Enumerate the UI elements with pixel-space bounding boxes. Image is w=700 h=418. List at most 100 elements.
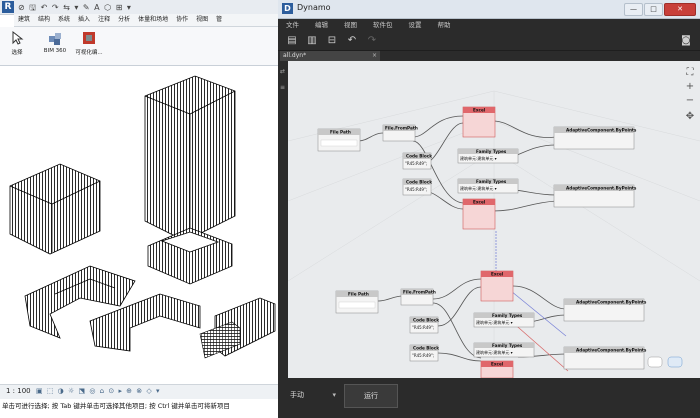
node-adaptive-1[interactable]: AdaptiveComponent.ByPoints — [553, 126, 637, 150]
node-code-block-2[interactable]: Code Block "R45:R49"; — [402, 178, 432, 196]
node-title: Excel — [491, 362, 504, 367]
undo-icon[interactable]: ↶ — [346, 35, 358, 47]
workspace-tabs: all.dyn* × — [278, 51, 700, 61]
node-title: Family Types — [476, 149, 507, 154]
ribbon-tab[interactable]: 分析 — [114, 14, 134, 26]
node-family-types-1[interactable]: Family Types 建筑单元:建筑单元 ▾ — [457, 148, 519, 164]
node-adaptive-3[interactable]: AdaptiveComponent.ByPoints — [563, 298, 647, 322]
revit-window: R ⊘ 🖫 ↶ ↷ ⇆ ▾ ✎ A ⬡ ⊞ ▾ 建筑 结构 系统 插入 注释 分析 体量和场… — [0, 0, 278, 418]
family-dropdown[interactable]: 建筑单元:建筑单元 ▾ — [476, 319, 513, 325]
tab-close-icon[interactable]: × — [372, 51, 377, 61]
redo-icon[interactable]: ↷ — [366, 35, 378, 47]
family-dropdown[interactable]: 建筑单元:建筑单元 ▾ — [460, 155, 497, 161]
node-code-block-3[interactable]: Code Block "R45:R49"; — [409, 316, 439, 334]
ribbon-tab[interactable]: 管 — [212, 14, 226, 26]
node-title: Code Block — [406, 154, 432, 159]
cube-cluster-icon — [47, 30, 63, 46]
window-title: Dynamo — [297, 3, 331, 12]
preview-toggle-icons[interactable] — [647, 356, 683, 368]
maximize-button[interactable]: □ — [644, 3, 663, 16]
menu-item[interactable]: 设置 — [401, 19, 430, 32]
left-block-model[interactable] — [9, 163, 101, 255]
menu-item[interactable]: 文件 — [278, 19, 307, 32]
menu-item[interactable]: 视图 — [336, 19, 365, 32]
zoom-out-button[interactable]: − — [684, 95, 696, 107]
open-file-icon[interactable]: ▥ — [306, 35, 318, 47]
revit-ribbon-tabs: 建筑 结构 系统 插入 注释 分析 体量和场地 协作 视图管 — [14, 14, 278, 27]
node-adaptive-4[interactable]: AdaptiveComponent.ByPoints — [563, 346, 647, 370]
revit-view-control-bar: 1 : 100 ▣ ⬚ ◑ ☼ ⬔ ◎ ⌂ ⊙ ▸ ⊕ ⊗ ◇ ▾ — [0, 384, 278, 399]
execution-bar: 手动 ▾ 运行 — [278, 378, 700, 418]
dynamo-menu-bar: 文件 编辑 视图 软件包 设置 帮助 — [278, 19, 700, 32]
code-text: "R45:R49"; — [412, 353, 434, 358]
pan-icon[interactable]: ✥ — [684, 111, 696, 123]
family-dropdown[interactable]: 建筑单元:建筑单元 ▾ — [476, 349, 513, 355]
node-title: Code Block — [413, 346, 439, 351]
node-title: File.FromPath — [385, 126, 418, 131]
dynamo-icon — [81, 30, 97, 46]
view-control-icons[interactable]: ▣ ⬚ ◑ ☼ ⬔ ◎ ⌂ ⊙ ▸ ⊕ ⊗ ◇ ▾ — [36, 387, 160, 395]
node-file-path-1[interactable]: File Path — [317, 128, 361, 152]
node-excel-read-1[interactable]: Excel — [462, 106, 496, 138]
view-scale[interactable]: 1 : 100 — [6, 387, 31, 395]
node-excel-read-2[interactable]: Excel — [462, 198, 496, 230]
ribbon-tab[interactable]: 注释 — [94, 14, 114, 26]
camera-icon[interactable]: ◙ — [680, 35, 692, 47]
node-title: AdaptiveComponent.ByPoints — [566, 186, 637, 191]
code-text: "R45:R49"; — [405, 161, 427, 166]
ribbon-tab[interactable]: 结构 — [34, 14, 54, 26]
status-hint: 单击可进行选择; 按 Tab 键并单击可选择其他项目; 按 Ctrl 键并单击可… — [0, 399, 278, 418]
node-excel-read-4[interactable]: Excel — [480, 360, 514, 378]
tower-model[interactable] — [144, 75, 236, 285]
svg-text:⇄: ⇄ — [280, 68, 285, 75]
node-title: Code Block — [413, 318, 439, 323]
node-family-types-2[interactable]: Family Types 建筑单元:建筑单元 ▾ — [457, 178, 519, 194]
node-excel-read-3[interactable]: Excel — [480, 270, 514, 302]
menu-item[interactable]: 编辑 — [307, 19, 336, 32]
new-file-icon[interactable]: ▤ — [286, 35, 298, 47]
node-code-block-1[interactable]: Code Block "R45:R49"; — [402, 152, 432, 170]
node-title: Family Types — [476, 179, 507, 184]
node-adaptive-2[interactable]: AdaptiveComponent.ByPoints — [553, 184, 637, 208]
library-toggle[interactable]: ⇄ ≡ — [278, 61, 288, 378]
node-file-from-path-2[interactable]: File.FromPath — [400, 288, 436, 306]
ribbon-tab[interactable]: 系统 — [54, 14, 74, 26]
bim360-tool[interactable]: BIM 360 — [40, 30, 70, 54]
cursor-icon — [9, 30, 25, 46]
ribbon-tab[interactable]: 体量和场地 — [134, 14, 172, 26]
revit-3d-view[interactable] — [0, 66, 278, 384]
node-family-types-3[interactable]: Family Types 建筑单元:建筑单元 ▾ — [473, 312, 535, 328]
run-button[interactable]: 运行 — [344, 384, 398, 408]
ribbon-tab[interactable]: 建筑 — [14, 14, 34, 26]
zoom-in-button[interactable]: + — [684, 81, 696, 93]
node-code-block-4[interactable]: Code Block "R45:R49"; — [409, 344, 439, 362]
menu-item[interactable]: 软件包 — [365, 19, 401, 32]
node-file-from-path-1[interactable]: File.FromPath — [382, 124, 418, 142]
revit-ribbon-panel: 选择 BIM 360 可视化编... — [0, 27, 278, 66]
node-graph[interactable]: File Path File.FromPath Code Block "R45:… — [288, 61, 700, 378]
dynamo-logo-icon: D — [282, 3, 293, 14]
select-tool[interactable]: 选择 — [2, 30, 32, 56]
node-title: Excel — [473, 200, 486, 205]
visual-programming-tool[interactable]: 可视化编... — [74, 30, 104, 56]
menu-item[interactable]: 帮助 — [430, 19, 459, 32]
tab-all-dyn[interactable]: all.dyn* × — [280, 51, 380, 61]
family-dropdown[interactable]: 建筑单元:建筑单元 ▾ — [460, 185, 497, 191]
node-title: Family Types — [492, 343, 523, 348]
graph-canvas[interactable]: File Path File.FromPath Code Block "R45:… — [288, 61, 700, 378]
node-title: File Path — [330, 130, 351, 135]
close-button[interactable]: ✕ — [664, 3, 696, 16]
run-mode-dropdown[interactable]: 手动 ▾ — [286, 386, 342, 404]
save-icon[interactable]: ⊟ — [326, 35, 338, 47]
node-family-types-4[interactable]: Family Types 建筑单元:建筑单元 ▾ — [473, 342, 535, 358]
revit-logo-icon[interactable]: R — [2, 1, 14, 13]
minimize-button[interactable]: — — [624, 3, 643, 16]
ribbon-tab[interactable]: 视图 — [192, 14, 212, 26]
node-file-path-2[interactable]: File Path — [335, 290, 379, 314]
ribbon-tab[interactable]: 插入 — [74, 14, 94, 26]
node-title: AdaptiveComponent.ByPoints — [566, 128, 637, 133]
ribbon-tab[interactable]: 协作 — [172, 14, 192, 26]
node-title: AdaptiveComponent.ByPoints — [576, 300, 647, 305]
code-text: "R45:R49"; — [405, 187, 427, 192]
zoom-fit-icon[interactable]: ⛶ — [684, 67, 696, 79]
